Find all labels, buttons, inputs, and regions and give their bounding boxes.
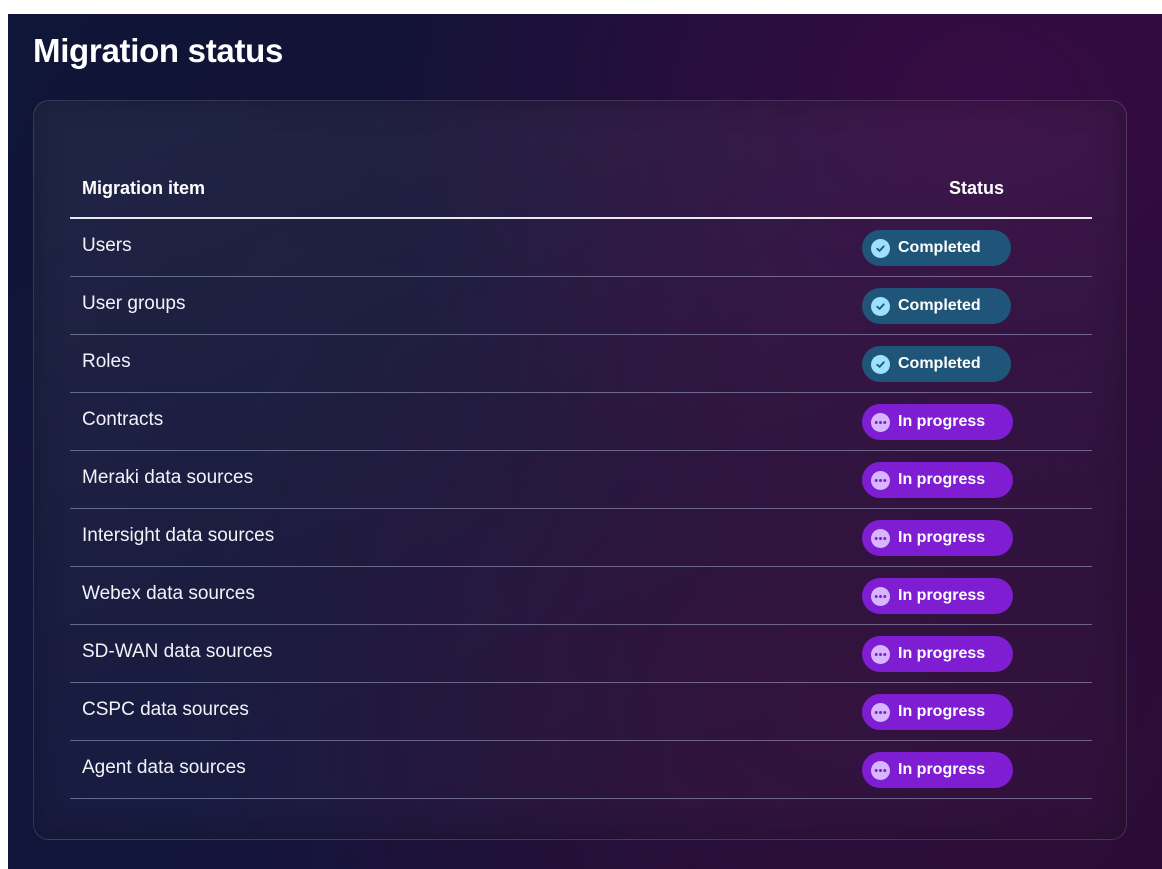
table-row: Meraki data sources In progress bbox=[70, 451, 1092, 509]
ellipsis-circle-icon bbox=[871, 644, 890, 664]
ellipsis-circle-icon bbox=[871, 470, 890, 490]
table-row: Users Completed bbox=[70, 219, 1092, 277]
ellipsis-circle-icon bbox=[871, 586, 890, 606]
ellipsis-circle-icon bbox=[871, 412, 890, 432]
status-label: In progress bbox=[898, 645, 986, 662]
status-label: In progress bbox=[898, 761, 986, 778]
status-label: In progress bbox=[898, 587, 986, 604]
ellipsis-circle-icon bbox=[871, 702, 890, 722]
status-label: In progress bbox=[898, 703, 986, 720]
status-label: In progress bbox=[898, 413, 986, 430]
migration-table: Migration item Status Users Completed User… bbox=[70, 161, 1092, 799]
status-badge: In progress bbox=[862, 520, 1013, 556]
migration-item-name: Users bbox=[82, 235, 132, 256]
migration-status-screen: Migration status Migration item Status U… bbox=[8, 14, 1162, 869]
migration-item-name: Roles bbox=[82, 351, 131, 372]
table-row: Contracts In progress bbox=[70, 393, 1092, 451]
status-badge: In progress bbox=[862, 578, 1013, 614]
status-badge: In progress bbox=[862, 636, 1013, 672]
table-header: Migration item Status bbox=[70, 161, 1092, 219]
status-badge: In progress bbox=[862, 404, 1013, 440]
migration-item-name: Agent data sources bbox=[82, 757, 246, 778]
table-row: Webex data sources In progress bbox=[70, 567, 1092, 625]
status-badge: In progress bbox=[862, 694, 1013, 730]
status-label: Completed bbox=[898, 297, 981, 314]
table-row: CSPC data sources In progress bbox=[70, 683, 1092, 741]
ellipsis-circle-icon bbox=[871, 528, 890, 548]
table-row: Agent data sources In progress bbox=[70, 741, 1092, 799]
status-label: Completed bbox=[898, 355, 981, 372]
status-label: In progress bbox=[898, 471, 986, 488]
ellipsis-circle-icon bbox=[871, 760, 890, 780]
status-badge: Completed bbox=[862, 288, 1011, 324]
migration-item-name: CSPC data sources bbox=[82, 699, 249, 720]
status-badge: Completed bbox=[862, 230, 1011, 266]
table-row: Intersight data sources In progress bbox=[70, 509, 1092, 567]
table-body: Users Completed User groups Completed Roles C… bbox=[70, 219, 1092, 799]
table-row: Roles Completed bbox=[70, 335, 1092, 393]
page-title: Migration status bbox=[33, 32, 284, 69]
status-badge: Completed bbox=[862, 346, 1011, 382]
status-label: Completed bbox=[898, 239, 981, 256]
check-circle-icon bbox=[871, 238, 890, 258]
migration-item-name: User groups bbox=[82, 293, 186, 314]
migration-item-name: Intersight data sources bbox=[82, 525, 275, 546]
status-label: In progress bbox=[898, 529, 986, 546]
table-row: SD-WAN data sources In progress bbox=[70, 625, 1092, 683]
status-badge: In progress bbox=[862, 462, 1013, 498]
status-badge: In progress bbox=[862, 752, 1013, 788]
migration-item-name: Contracts bbox=[82, 409, 164, 430]
migration-item-name: SD-WAN data sources bbox=[82, 641, 273, 662]
migration-item-name: Meraki data sources bbox=[82, 467, 254, 488]
check-circle-icon bbox=[871, 354, 890, 374]
table-row: User groups Completed bbox=[70, 277, 1092, 335]
check-circle-icon bbox=[871, 296, 890, 316]
migration-item-name: Webex data sources bbox=[82, 583, 255, 604]
migration-table-panel: Migration item Status Users Completed User… bbox=[33, 100, 1127, 840]
column-header-status: Status bbox=[948, 178, 1004, 198]
column-header-migration-item: Migration item bbox=[82, 178, 206, 198]
